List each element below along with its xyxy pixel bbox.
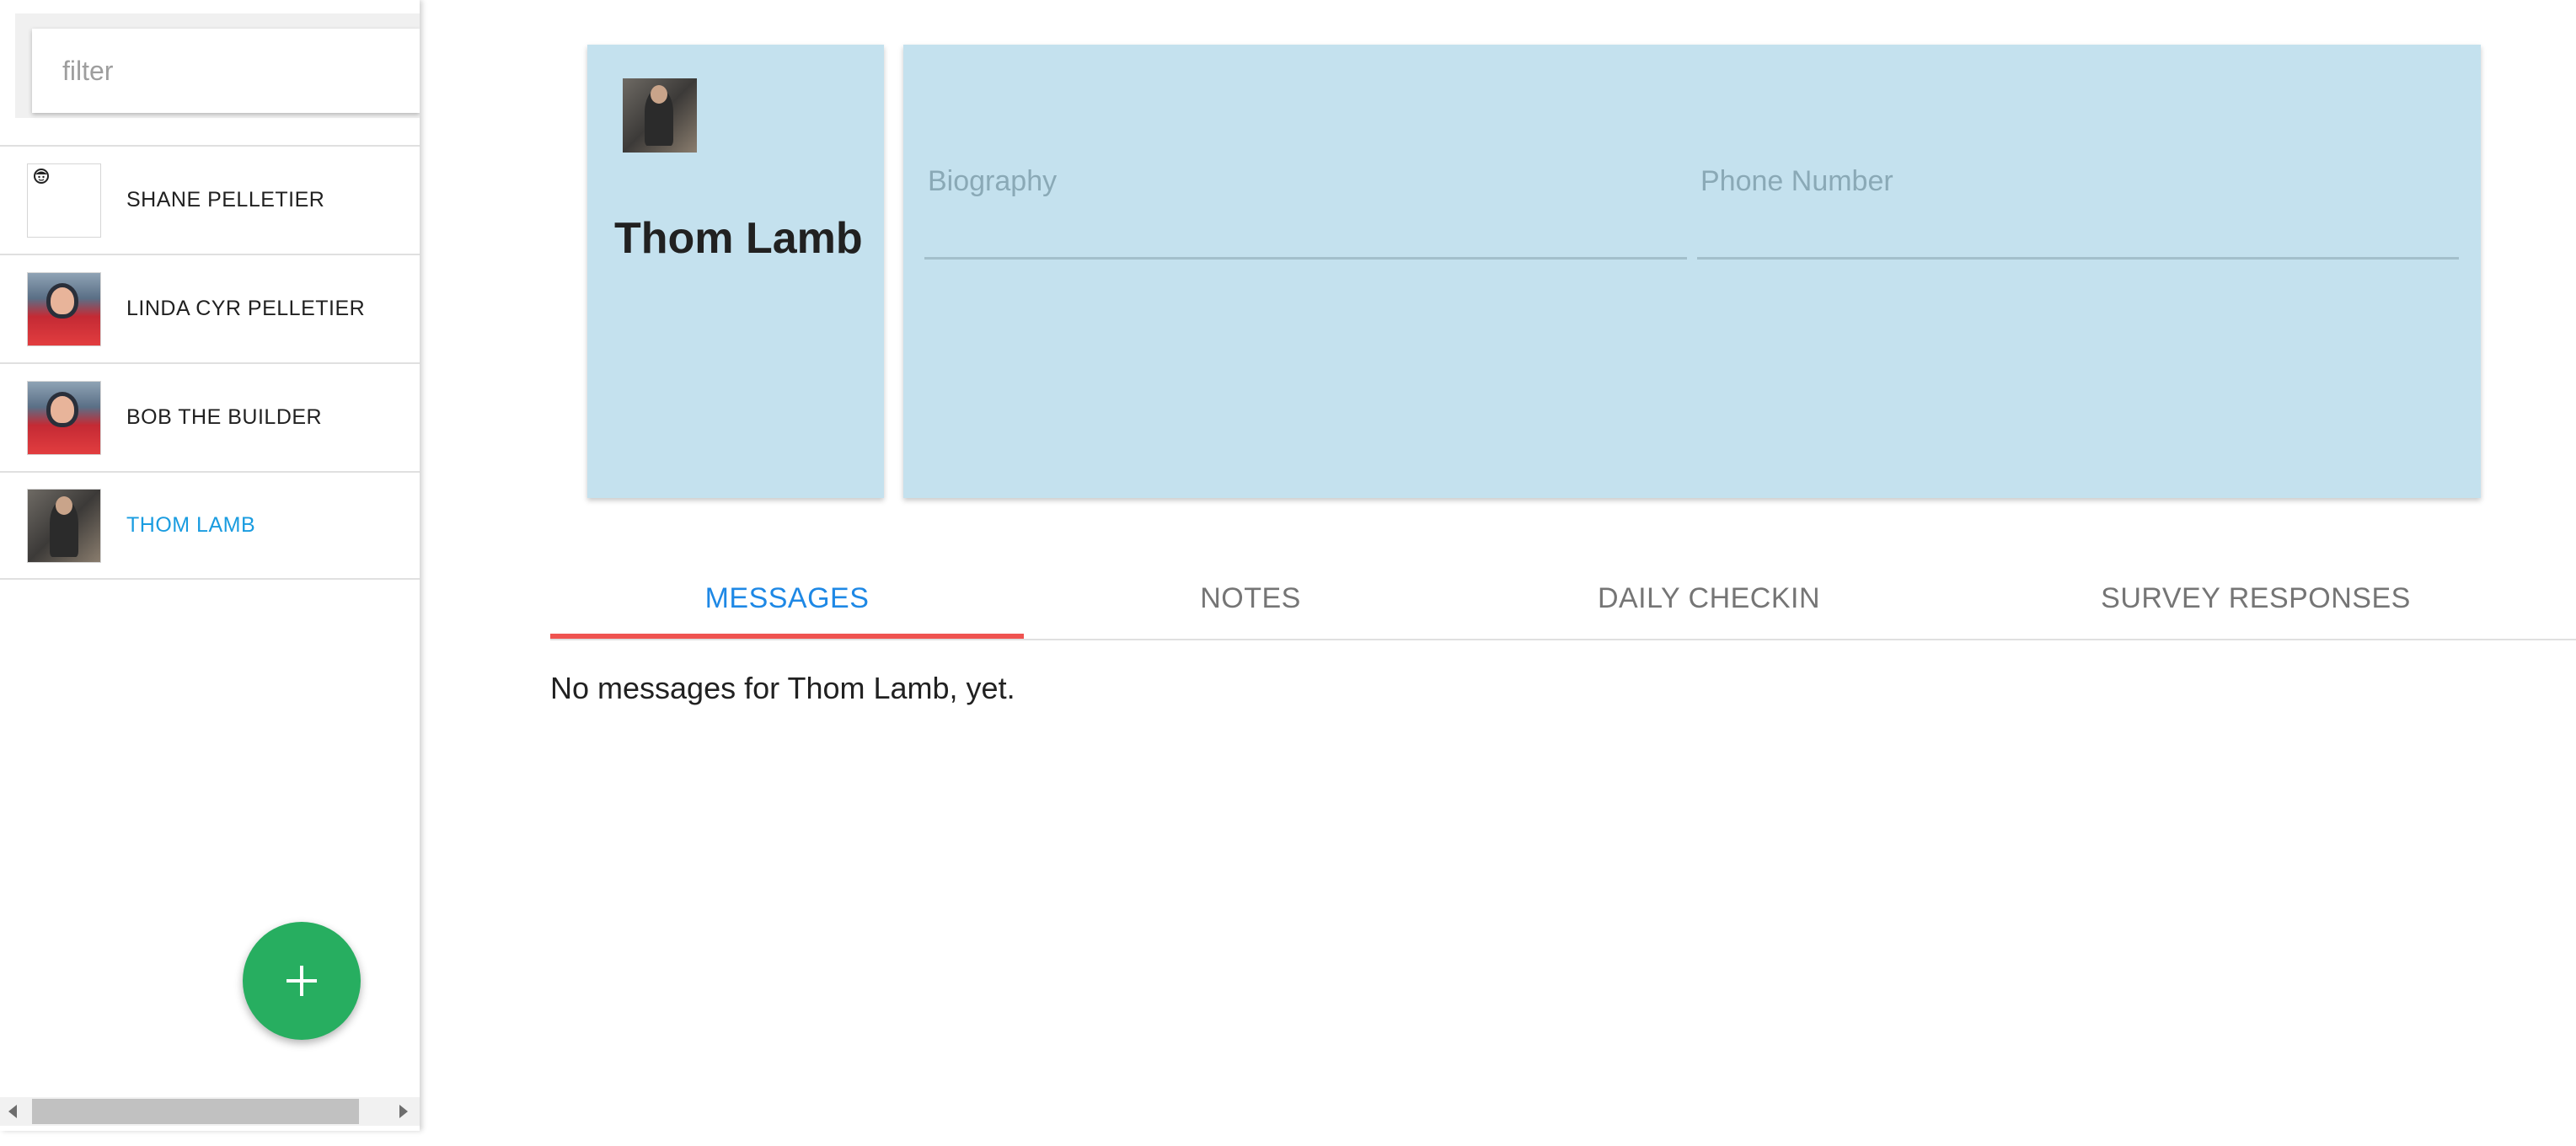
field-underline — [1697, 257, 2459, 260]
filter-container — [15, 13, 420, 118]
details-card: Biography Phone Number — [903, 45, 2481, 498]
list-item[interactable]: THOM LAMB — [0, 471, 420, 580]
biography-field[interactable]: Biography — [903, 109, 1687, 260]
list-item[interactable]: LINDA CYR PELLETIER — [0, 254, 420, 362]
tab-daily-checkin[interactable]: DAILY CHECKIN — [1477, 556, 1941, 640]
patient-profile-name: Thom Lamb — [614, 214, 863, 263]
avatar — [27, 488, 101, 563]
patient-name: LINDA CYR PELLETIER — [126, 297, 366, 320]
biography-input[interactable] — [903, 163, 1687, 213]
tab-survey-responses[interactable]: SURVEY RESPONSES — [1941, 556, 2571, 640]
profile-card: Thom Lamb — [587, 45, 884, 498]
patient-name: BOB THE BUILDER — [126, 405, 323, 429]
scrollbar-thumb[interactable] — [32, 1099, 359, 1124]
patient-name: THOM LAMB — [126, 513, 256, 537]
patient-list: SHANE PELLETIER LINDA CYR PELLETIER BOB … — [0, 145, 420, 580]
field-underline — [924, 257, 1687, 260]
horizontal-scrollbar[interactable] — [0, 1097, 420, 1126]
list-item[interactable]: BOB THE BUILDER — [0, 362, 420, 471]
phone-field[interactable]: Phone Number — [1675, 109, 2459, 260]
default-face-icon — [34, 168, 49, 184]
tab-messages[interactable]: MESSAGES — [550, 556, 1024, 640]
tab-notes[interactable]: NOTES — [1024, 556, 1477, 640]
scroll-right-icon[interactable] — [399, 1105, 408, 1118]
list-item[interactable]: SHANE PELLETIER — [0, 145, 420, 254]
empty-messages-text: No messages for Thom Lamb, yet. — [550, 671, 1015, 705]
avatar[interactable] — [623, 78, 697, 153]
patient-name: SHANE PELLETIER — [126, 188, 325, 212]
phone-input[interactable] — [1675, 163, 2459, 213]
avatar — [27, 271, 101, 346]
patient-sidebar: SHANE PELLETIER LINDA CYR PELLETIER BOB … — [0, 0, 420, 1131]
add-patient-button[interactable] — [243, 922, 361, 1040]
divider — [550, 639, 2576, 640]
filter-input[interactable] — [32, 29, 420, 113]
scroll-left-icon[interactable] — [8, 1105, 17, 1118]
avatar — [27, 163, 101, 238]
avatar — [27, 380, 101, 455]
tab-bar: MESSAGES NOTES DAILY CHECKIN SURVEY RESP… — [550, 556, 2576, 640]
